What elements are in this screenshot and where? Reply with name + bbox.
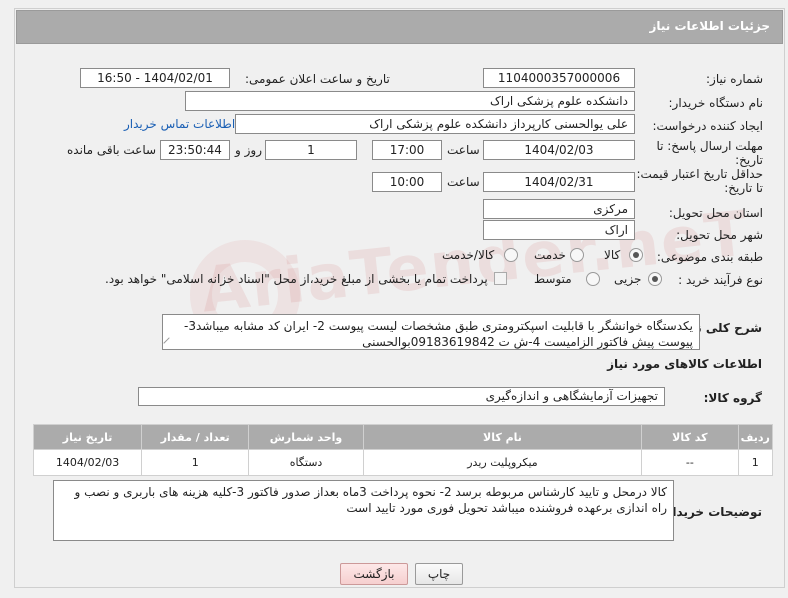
category-option-goods: کالا (604, 248, 621, 262)
buyer-notes-textarea[interactable]: کالا درمحل و تایید کارشناس مربوطه برسد 2… (53, 480, 674, 541)
page-header: جزئیات اطلاعات نیاز (16, 10, 783, 44)
process-option-medium: متوسط (534, 272, 572, 286)
items-table-header: ردیف کد کالا نام کالا واحد شمارش تعداد /… (32, 424, 774, 450)
category-label: طبقه بندی موضوعی: (656, 250, 763, 264)
price-validity-time-label: ساعت (447, 175, 480, 189)
cell-goods-name: میکروپلیت ریدر (362, 449, 643, 476)
announce-datetime-label: تاریخ و ساعت اعلان عمومی: (245, 72, 390, 86)
resize-grip-icon[interactable] (163, 337, 175, 349)
days-label: روز و (235, 143, 262, 157)
process-option-minor: جزیی (614, 272, 642, 286)
items-table: ردیف کد کالا نام کالا واحد شمارش تعداد /… (32, 424, 774, 476)
buyer-org-field: دانشکده علوم پزشکی اراک (185, 91, 635, 111)
delivery-province-field: مرکزی (483, 199, 635, 219)
reply-deadline-time: 17:00 (372, 140, 442, 160)
cell-row: 1 (737, 449, 774, 476)
process-radio-medium[interactable] (586, 272, 600, 286)
price-validity-label: حداقل تاریخ اعتبار قیمت: (636, 167, 763, 181)
summary-text: یکدستگاه خوانشگر با قابلیت اسپکترومتری ط… (183, 319, 693, 349)
remaining-time-label: ساعت باقی مانده (67, 143, 157, 157)
requester-field: علی یوالحسنی کارپرداز دانشکده علوم پزشکی… (235, 114, 635, 134)
page-title: جزئیات اطلاعات نیاز (649, 19, 770, 33)
remaining-days: 1 (265, 140, 357, 160)
buyer-contact-link[interactable]: اطلاعات تماس خریدار (124, 117, 235, 131)
category-radio-service[interactable] (570, 248, 584, 262)
reply-deadline-label: مهلت ارسال پاسخ: تا (656, 139, 763, 153)
cell-quantity: 1 (141, 449, 250, 476)
cell-goods-code: -- (641, 449, 739, 476)
summary-textarea[interactable]: یکدستگاه خوانشگر با قابلیت اسپکترومتری ط… (162, 314, 700, 350)
process-radio-minor[interactable] (648, 272, 662, 286)
col-need-date: تاریخ نیاز (32, 424, 143, 450)
remaining-time: 23:50:44 (160, 140, 230, 160)
price-validity-label-2: تا تاریخ: (724, 181, 763, 195)
cell-unit: دستگاه (248, 449, 364, 476)
col-goods-code: کد کالا (641, 424, 739, 450)
category-radio-goods[interactable] (629, 248, 643, 262)
col-quantity: تعداد / مقدار (141, 424, 250, 450)
col-unit: واحد شمارش (248, 424, 364, 450)
treasury-note: پرداخت تمام یا بخشی از مبلغ خرید،از محل … (105, 272, 488, 286)
price-validity-time: 10:00 (372, 172, 442, 192)
need-number-label: شماره نیاز: (706, 72, 763, 86)
reply-deadline-date: 1404/02/03 (483, 140, 635, 160)
reply-time-label: ساعت (447, 143, 480, 157)
treasury-checkbox[interactable] (494, 272, 507, 285)
purchase-process-label: نوع فرآیند خرید : (678, 273, 763, 287)
delivery-city-label: شهر محل تحویل: (676, 228, 763, 242)
category-option-goods-service: کالا/خدمت (442, 248, 495, 262)
print-button[interactable]: چاپ (415, 563, 463, 585)
buyer-notes-label: توضیحات خریدار: (660, 505, 762, 519)
category-radio-goods-service[interactable] (504, 248, 518, 262)
buyer-org-label: نام دستگاه خریدار: (668, 96, 764, 110)
goods-group-label: گروه کالا: (703, 391, 762, 405)
buyer-notes-text: کالا درمحل و تایید کارشناس مربوطه برسد 2… (74, 485, 667, 515)
cell-need-date: 1404/02/03 (32, 449, 143, 476)
goods-info-title: اطلاعات کالاهای مورد نیاز (607, 357, 762, 371)
delivery-city-field: اراک (483, 220, 635, 240)
price-validity-date: 1404/02/31 (483, 172, 635, 192)
delivery-province-label: استان محل تحویل: (668, 206, 763, 220)
reply-deadline-label-2: تاریخ: (735, 153, 763, 167)
announce-datetime-field: 1404/02/01 - 16:50 (80, 68, 230, 88)
requester-label: ایجاد کننده درخواست: (652, 119, 763, 133)
goods-group-field: تجهیزات آزمایشگاهی و اندازه‌گیری (138, 387, 665, 406)
col-row: ردیف (737, 424, 774, 450)
col-goods-name: نام کالا (362, 424, 643, 450)
category-option-service: خدمت (534, 248, 566, 262)
need-number-field: 1104000357000006 (483, 68, 635, 88)
table-row: 1 -- میکروپلیت ریدر دستگاه 1 1404/02/03 (32, 449, 774, 476)
back-button[interactable]: بازگشت (340, 563, 408, 585)
